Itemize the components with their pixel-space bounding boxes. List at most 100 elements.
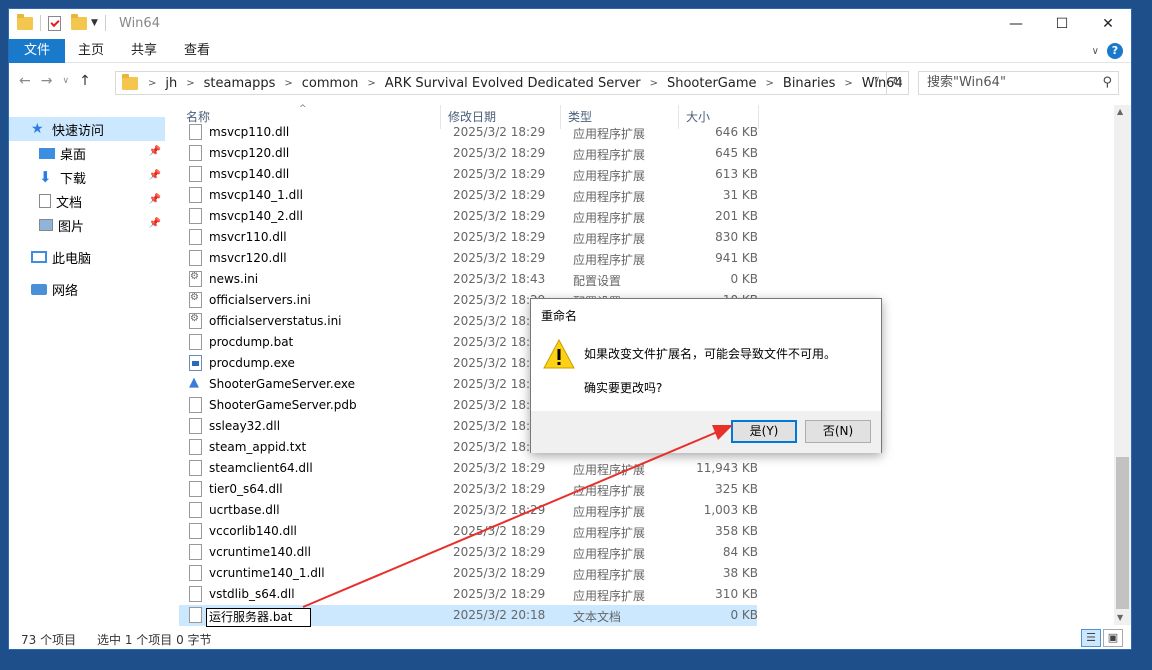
file-name: news.ini — [209, 272, 259, 286]
forward-icon[interactable]: → — [41, 73, 53, 89]
sidebar-item-network[interactable]: 网络 — [9, 277, 165, 301]
file-row[interactable]: msvcp120.dll 2025/3/2 18:29 应用程序扩展 645 KB — [179, 143, 758, 164]
desktop-icon — [39, 147, 55, 159]
sidebar-item-this-pc[interactable]: 此电脑 — [9, 245, 165, 269]
file-date: 2025/3/2 18:29 — [453, 188, 546, 202]
network-icon — [31, 283, 47, 295]
dll-file-icon — [189, 502, 202, 518]
sidebar-item-desktop[interactable]: 桌面 📌 — [9, 141, 165, 165]
maximize-button[interactable]: ☐ — [1039, 9, 1085, 39]
chevron-right-icon[interactable]: > — [180, 78, 200, 89]
file-row[interactable]: vccorlib140.dll 2025/3/2 18:29 应用程序扩展 358 K… — [179, 521, 758, 542]
file-date: 2025/3/2 18:29 — [453, 503, 546, 517]
help-icon[interactable]: ? — [1107, 43, 1123, 59]
bat-file-icon — [189, 334, 202, 350]
address-bar[interactable]: > jh > steamapps > common > ARK Survival… — [115, 71, 909, 95]
pin-icon[interactable]: 📌 — [149, 218, 161, 229]
breadcrumb-binaries[interactable]: Binaries — [780, 76, 838, 91]
properties-icon[interactable] — [48, 15, 61, 31]
file-row[interactable]: 运行服务器.bat 2025/3/2 20:18 文本文档 0 KB — [179, 605, 758, 627]
vertical-scrollbar[interactable]: ▲ ▼ — [1114, 105, 1131, 625]
pin-icon[interactable]: 📌 — [149, 146, 161, 157]
file-row[interactable]: tier0_s64.dll 2025/3/2 18:29 应用程序扩展 325 KB — [179, 479, 758, 500]
file-size: 830 KB — [715, 230, 758, 244]
chevron-right-icon[interactable]: > — [760, 78, 780, 89]
expand-ribbon-icon[interactable]: ∨ — [1092, 46, 1099, 57]
window-controls: — ☐ ✕ — [993, 9, 1131, 39]
scrollbar-thumb[interactable] — [1116, 457, 1129, 609]
breadcrumb-ark-server[interactable]: ARK Survival Evolved Dedicated Server — [382, 76, 644, 91]
file-type: 应用程序扩展 — [573, 463, 646, 477]
file-row[interactable]: vcruntime140.dll 2025/3/2 18:29 应用程序扩展 84 K… — [179, 542, 758, 563]
search-icon[interactable]: ⚲ — [1102, 72, 1112, 94]
breadcrumb-steamapps[interactable]: steamapps — [201, 76, 279, 91]
file-row[interactable]: steamclient64.dll 2025/3/2 18:29 应用程序扩展 11,… — [179, 458, 758, 479]
dll-file-icon — [189, 208, 202, 224]
tab-share[interactable]: 共享 — [124, 39, 164, 63]
file-row[interactable]: msvcp110.dll 2025/3/2 18:29 应用程序扩展 646 KB — [179, 122, 758, 143]
file-row[interactable]: msvcp140_2.dll 2025/3/2 18:29 应用程序扩展 201 KB — [179, 206, 758, 227]
tab-home[interactable]: 主页 — [71, 39, 111, 63]
chevron-right-icon[interactable]: > — [644, 78, 664, 89]
sidebar-item-downloads[interactable]: ⬇ 下载 📌 — [9, 165, 165, 189]
file-type: 应用程序扩展 — [573, 127, 646, 141]
ini-file-icon — [189, 271, 202, 287]
up-icon[interactable]: ↑ — [79, 73, 91, 89]
file-row[interactable]: vstdlib_s64.dll 2025/3/2 18:29 应用程序扩展 310 K… — [179, 584, 758, 605]
large-icons-view-icon[interactable]: ▣ — [1103, 629, 1123, 647]
chevron-right-icon[interactable]: > — [361, 78, 381, 89]
scroll-down-icon[interactable]: ▼ — [1117, 613, 1123, 622]
file-name: vcruntime140_1.dll — [209, 566, 325, 580]
file-row[interactable]: msvcr120.dll 2025/3/2 18:29 应用程序扩展 941 KB — [179, 248, 758, 269]
rename-input[interactable]: 运行服务器.bat — [206, 608, 311, 627]
recent-locations-icon[interactable]: ∨ — [62, 76, 69, 86]
divider — [104, 15, 106, 31]
file-row[interactable]: msvcp140_1.dll 2025/3/2 18:29 应用程序扩展 31 KB — [179, 185, 758, 206]
details-view-icon[interactable]: ☰ — [1081, 629, 1101, 647]
chevron-right-icon[interactable]: > — [838, 78, 858, 89]
sidebar-item-quick-access[interactable]: ★ 快速访问 — [9, 117, 165, 141]
file-date: 2025/3/2 18:29 — [453, 482, 546, 496]
file-date: 2025/3/2 18:29 — [453, 461, 546, 475]
file-type: 应用程序扩展 — [573, 148, 646, 162]
back-icon[interactable]: ← — [19, 73, 31, 89]
refresh-icon[interactable]: ↻ — [886, 72, 908, 94]
file-size: 31 KB — [722, 188, 758, 202]
sidebar-item-documents[interactable]: 文档 📌 — [9, 189, 165, 213]
search-placeholder: 搜索"Win64" — [927, 75, 1006, 90]
breadcrumb-common[interactable]: common — [299, 76, 362, 91]
folder-icon — [17, 13, 33, 30]
new-folder-icon[interactable] — [71, 13, 87, 30]
pin-icon[interactable]: 📌 — [149, 194, 161, 205]
dialog-title: 重命名 — [541, 309, 578, 323]
search-input[interactable]: 搜索"Win64" ⚲ — [918, 71, 1119, 95]
dialog-message: 如果改变文件扩展名，可能会导致文件不可用。 — [584, 347, 837, 361]
sidebar-item-pictures[interactable]: 图片 📌 — [9, 213, 165, 237]
scroll-up-icon[interactable]: ▲ — [1117, 107, 1123, 116]
minimize-button[interactable]: — — [993, 9, 1039, 39]
file-type: 应用程序扩展 — [573, 190, 646, 204]
breadcrumb-shootergame[interactable]: ShooterGame — [664, 76, 760, 91]
chevron-down-icon[interactable]: ▼ — [91, 18, 98, 28]
no-button[interactable]: 否(N) — [805, 420, 871, 443]
tab-file[interactable]: 文件 — [9, 39, 65, 63]
file-row[interactable]: msvcp140.dll 2025/3/2 18:29 应用程序扩展 613 KB — [179, 164, 758, 185]
pin-icon[interactable]: 📌 — [149, 170, 161, 181]
close-button[interactable]: ✕ — [1085, 9, 1131, 39]
star-icon: ★ — [31, 121, 44, 137]
file-size: 646 KB — [715, 125, 758, 139]
address-dropdown-icon[interactable]: ∨ — [873, 75, 880, 85]
file-size: 0 KB — [730, 608, 758, 622]
yes-button[interactable]: 是(Y) — [731, 420, 797, 443]
file-row[interactable]: news.ini 2025/3/2 18:43 配置设置 0 KB — [179, 269, 758, 290]
file-row[interactable]: ucrtbase.dll 2025/3/2 18:29 应用程序扩展 1,003 KB — [179, 500, 758, 521]
sidebar-item-label: 快速访问 — [52, 123, 105, 139]
chevron-right-icon[interactable]: > — [142, 78, 162, 89]
tab-view[interactable]: 查看 — [177, 39, 217, 63]
chevron-right-icon[interactable]: > — [278, 78, 298, 89]
file-row[interactable]: msvcr110.dll 2025/3/2 18:29 应用程序扩展 830 KB — [179, 227, 758, 248]
breadcrumb-jh[interactable]: jh — [162, 76, 180, 91]
file-row[interactable]: vcruntime140_1.dll 2025/3/2 18:29 应用程序扩展 38… — [179, 563, 758, 584]
dll-file-icon — [189, 229, 202, 245]
file-date: 2025/3/2 20:18 — [453, 608, 546, 622]
